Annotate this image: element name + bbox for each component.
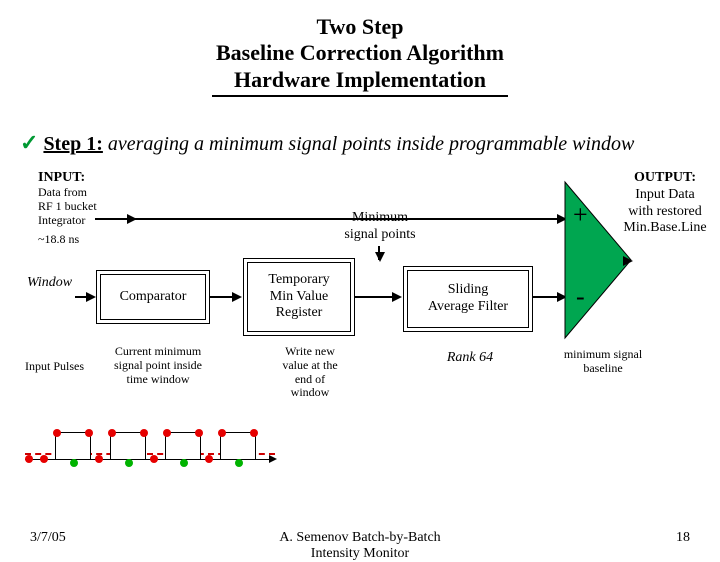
footer-title: A. Semenov Batch-by-Batch Intensity Moni… (0, 530, 720, 562)
green-dot (70, 459, 78, 467)
red-dot (205, 455, 213, 463)
step-label: Step 1: (43, 133, 102, 155)
output-line2: with restored (628, 204, 701, 219)
current-min-line2: signal point inside (114, 358, 202, 372)
green-dot (125, 459, 133, 467)
step-description: averaging a minimum signal points inside… (108, 133, 634, 155)
input-line-3: Integrator (38, 214, 97, 228)
red-dot (140, 429, 148, 437)
temp-reg-line1: Temporary (268, 272, 329, 289)
title-line3: Hardware Implementation (234, 67, 486, 92)
input-heading: INPUT: (38, 170, 97, 186)
sliding-block: Sliding Average Filter (407, 270, 529, 328)
title-line2: Baseline Correction Algorithm (216, 40, 504, 65)
step-heading: ✓ Step 1: averaging a minimum signal poi… (20, 130, 634, 156)
red-dot (85, 429, 93, 437)
red-dot (195, 429, 203, 437)
green-dot (180, 459, 188, 467)
red-dot (95, 455, 103, 463)
check-icon: ✓ (20, 130, 38, 155)
input-block: INPUT: Data from RF 1 bucket Integrator … (38, 170, 97, 247)
input-line-2: RF 1 bucket (38, 200, 97, 214)
red-dot (25, 455, 33, 463)
arrow-sliding-adder (533, 296, 565, 298)
adder-minus-label: - (576, 282, 585, 312)
output-line1: Input Data (635, 187, 694, 202)
baseline-label: minimum signal baseline (553, 348, 653, 376)
temp-reg-block: Temporary Min Value Register (247, 262, 351, 332)
input-period: ~18.8 ns (38, 233, 97, 247)
green-dot (235, 459, 243, 467)
arrow-tempreg-sliding (355, 296, 400, 298)
current-min-line1: Current minimum (115, 344, 201, 358)
write-new-line4: window (291, 385, 330, 399)
min-signal-line2: signal points (344, 227, 415, 242)
red-dot (218, 429, 226, 437)
output-block: OUTPUT: Input Data with restored Min.Bas… (615, 170, 715, 237)
arrow-window-comparator (75, 296, 94, 298)
arrow-min-signal-down (378, 246, 380, 260)
footer-page: 18 (676, 530, 690, 546)
temp-reg-line3: Register (276, 305, 323, 322)
write-new-line3: end of (295, 372, 325, 386)
arrow-comparator-tempreg (210, 296, 240, 298)
rank-label: Rank 64 (430, 350, 510, 367)
red-dot (250, 429, 258, 437)
page-title: Two Step Baseline Correction Algorithm H… (0, 0, 720, 97)
baseline-line2: baseline (583, 361, 622, 375)
write-new-line1: Write new (285, 344, 335, 358)
red-dot (108, 429, 116, 437)
pulse-sketch (25, 415, 275, 475)
current-min-label: Current minimum signal point inside time… (103, 345, 213, 386)
arrow-input-adder (100, 218, 565, 220)
red-dot (163, 429, 171, 437)
baseline-line1: minimum signal (564, 347, 642, 361)
input-pulses-label: Input Pulses (25, 360, 84, 374)
current-min-line3: time window (127, 372, 190, 386)
red-dot (150, 455, 158, 463)
red-dot (40, 455, 48, 463)
footer-title-line1: A. Semenov Batch-by-Batch (279, 530, 440, 545)
temp-reg-line2: Min Value (270, 289, 328, 306)
window-label: Window (27, 275, 72, 292)
input-line-1: Data from (38, 186, 97, 200)
red-dot (53, 429, 61, 437)
write-new-line2: value at the (282, 358, 337, 372)
sliding-line2: Average Filter (428, 299, 508, 316)
output-line3: Min.Base.Line (623, 220, 706, 235)
min-signal-label: Minimum signal points (330, 210, 430, 244)
title-line1: Two Step (317, 14, 404, 39)
comparator-text: Comparator (120, 289, 187, 306)
write-new-label: Write new value at the end of window (270, 345, 350, 400)
comparator-block: Comparator (100, 274, 206, 320)
adder-plus-label: + (573, 200, 588, 230)
output-heading: OUTPUT: (634, 170, 696, 185)
footer-title-line2: Intensity Monitor (311, 546, 409, 561)
sliding-line1: Sliding (448, 282, 488, 299)
